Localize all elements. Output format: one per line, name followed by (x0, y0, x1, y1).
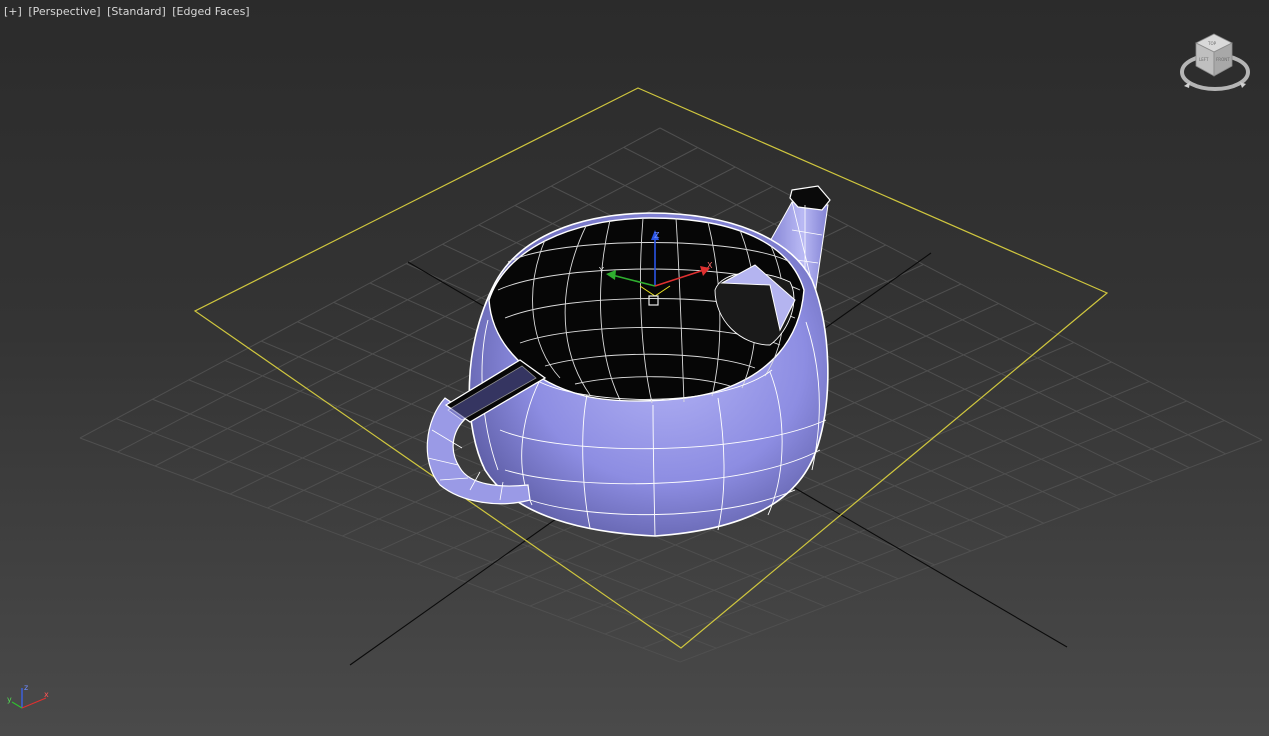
tripod-x-label: x (44, 690, 49, 699)
gizmo-z-label: Z (654, 231, 660, 240)
viewport-edged-faces-menu[interactable]: [Edged Faces] (172, 5, 249, 18)
viewcube-top-label: TOP (1207, 41, 1217, 46)
viewcube-left-label: LEFT (1199, 57, 1209, 62)
viewcube[interactable]: TOP LEFT FRONT (1176, 30, 1256, 96)
teapot-mesh[interactable] (426, 185, 831, 537)
gizmo-x-label: X (707, 261, 713, 270)
tripod-y-label: y (7, 695, 12, 704)
viewport-shading-standard-menu[interactable]: [Standard] (107, 5, 166, 18)
perspective-viewport[interactable]: Z Y X (0, 0, 1269, 736)
viewport-label-menu: [+] [Perspective] [Standard] [Edged Face… (4, 5, 253, 18)
gizmo-y-label: Y (598, 266, 604, 275)
viewcube-front-label: FRONT (1216, 57, 1230, 62)
viewport-point-of-view-menu[interactable]: [Perspective] (28, 5, 100, 18)
tripod-z-label: z (24, 683, 28, 692)
viewport-general-menu[interactable]: [+] (4, 5, 22, 18)
world-axis-tripod: z y x (7, 683, 49, 709)
